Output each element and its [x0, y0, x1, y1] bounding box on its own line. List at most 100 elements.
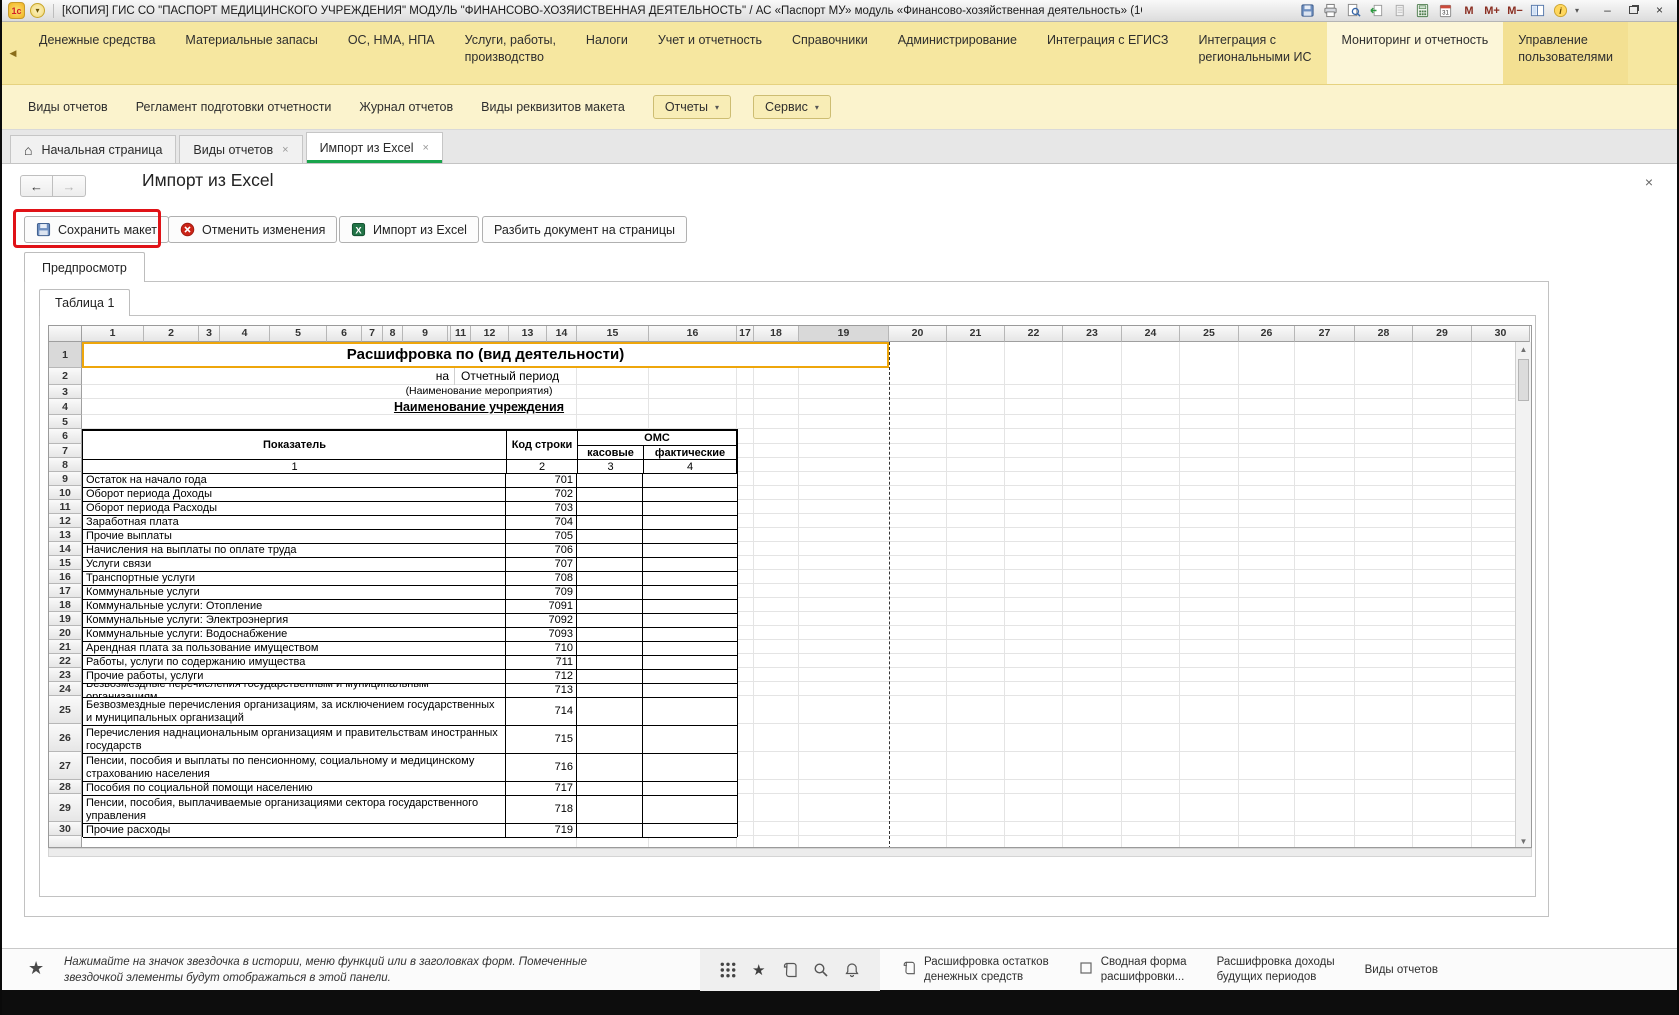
- header-actual[interactable]: фактические: [644, 446, 737, 460]
- cell-indicator[interactable]: Прочие расходы: [83, 824, 506, 837]
- table-row[interactable]: Перечисления наднациональным организация…: [83, 726, 737, 754]
- cell-row-code[interactable]: 710: [506, 642, 577, 655]
- row-header-10[interactable]: 10: [49, 486, 82, 500]
- report-na-label[interactable]: на: [387, 368, 449, 385]
- cell-actual-value[interactable]: [643, 754, 737, 781]
- cell-cash-value[interactable]: [577, 488, 643, 501]
- cell-actual-value[interactable]: [643, 796, 737, 823]
- cell-actual-value[interactable]: [643, 824, 737, 837]
- cell-actual-value[interactable]: [643, 726, 737, 753]
- cell-cash-value[interactable]: [577, 558, 643, 571]
- column-header-18[interactable]: 18: [754, 326, 799, 342]
- cell-indicator[interactable]: Пособия по социальной помощи населению: [83, 782, 506, 795]
- favorites-star-icon[interactable]: ★: [749, 960, 769, 980]
- row-header-12[interactable]: 12: [49, 514, 82, 528]
- ribbon-item-3[interactable]: ОС, НМА, НПА: [333, 22, 450, 84]
- table-row[interactable]: Транспортные услуги708: [83, 572, 737, 586]
- cell-actual-value[interactable]: [643, 614, 737, 627]
- row-header-21[interactable]: 21: [49, 640, 82, 654]
- header-cash[interactable]: касовые: [578, 446, 644, 460]
- cell-cash-value[interactable]: [577, 698, 643, 725]
- ribbon-item-2[interactable]: Материальные запасы: [170, 22, 332, 84]
- column-header-7[interactable]: 7: [362, 326, 383, 342]
- cell-indicator[interactable]: Транспортные услуги: [83, 572, 506, 585]
- cell-indicator[interactable]: Арендная плата за пользование имуществом: [83, 642, 506, 655]
- cell-actual-value[interactable]: [643, 572, 737, 585]
- table-row[interactable]: Коммунальные услуги: Водоснабжение7093: [83, 628, 737, 642]
- forward-button[interactable]: →: [53, 175, 86, 197]
- split-pages-button[interactable]: Разбить документ на страницы: [482, 216, 687, 243]
- header-col-num[interactable]: 1: [83, 460, 507, 474]
- history-icon[interactable]: [780, 960, 800, 980]
- save-icon[interactable]: [1299, 3, 1317, 19]
- table-row[interactable]: Прочие выплаты705: [83, 530, 737, 544]
- cell-cash-value[interactable]: [577, 600, 643, 613]
- history-link-4[interactable]: Виды отчетов: [1365, 963, 1438, 978]
- ribbon-item-9[interactable]: Интеграция с ЕГИСЗ: [1032, 22, 1184, 84]
- cell-row-code[interactable]: 718: [506, 796, 577, 823]
- column-header-21[interactable]: 21: [947, 326, 1005, 342]
- column-header-4[interactable]: 4: [220, 326, 270, 342]
- history-link-2[interactable]: Сводная форма расшифровки...: [1079, 955, 1187, 985]
- tab-close-icon[interactable]: ×: [423, 142, 429, 154]
- cell-actual-value[interactable]: [643, 698, 737, 725]
- cell-actual-value[interactable]: [643, 782, 737, 795]
- submenu-link-1[interactable]: Виды отчетов: [28, 100, 108, 114]
- cell-actual-value[interactable]: [643, 656, 737, 669]
- row-header-24[interactable]: 24: [49, 682, 82, 696]
- cell-cash-value[interactable]: [577, 642, 643, 655]
- header-indicator[interactable]: Показатель: [83, 431, 507, 460]
- cell-actual-value[interactable]: [643, 544, 737, 557]
- table-row[interactable]: Пособия по социальной помощи населению71…: [83, 782, 737, 796]
- cell-cash-value[interactable]: [577, 684, 643, 697]
- ribbon-item-1[interactable]: Денежные средства: [24, 22, 170, 84]
- cell-row-code[interactable]: 715: [506, 726, 577, 753]
- row-header-20[interactable]: 20: [49, 626, 82, 640]
- header-col-num[interactable]: 3: [578, 460, 644, 474]
- cell-cash-value[interactable]: [577, 628, 643, 641]
- cell-row-code[interactable]: 702: [506, 488, 577, 501]
- submenu-link-3[interactable]: Журнал отчетов: [359, 100, 453, 114]
- vertical-scrollbar[interactable]: ▲▼: [1515, 342, 1531, 848]
- ribbon-item-7[interactable]: Справочники: [777, 22, 883, 84]
- cell-actual-value[interactable]: [643, 502, 737, 515]
- cell-actual-value[interactable]: [643, 628, 737, 641]
- cell-row-code[interactable]: 711: [506, 656, 577, 669]
- row-header-5[interactable]: 5: [49, 415, 82, 429]
- row-header-4[interactable]: 4: [49, 399, 82, 415]
- cell-actual-value[interactable]: [643, 474, 737, 487]
- cell-indicator[interactable]: Безвозмездные перечисления государственн…: [83, 684, 506, 697]
- submenu-dropdown-1[interactable]: Отчеты▾: [653, 95, 731, 119]
- table-row[interactable]: Прочие работы, услуги712: [83, 670, 737, 684]
- restore-button[interactable]: [1622, 2, 1645, 19]
- row-header-17[interactable]: 17: [49, 584, 82, 598]
- tab-close-icon[interactable]: ×: [282, 144, 288, 156]
- cell-cash-value[interactable]: [577, 516, 643, 529]
- ribbon-item-10[interactable]: Интеграция с региональными ИС: [1183, 22, 1326, 84]
- column-header-17[interactable]: 17: [737, 326, 754, 342]
- cell-cash-value[interactable]: [577, 614, 643, 627]
- row-header-19[interactable]: 19: [49, 612, 82, 626]
- column-header-30[interactable]: 30: [1472, 326, 1530, 342]
- header-oms[interactable]: ОМС: [578, 431, 737, 446]
- import-excel-button[interactable]: X Импорт из Excel: [339, 216, 479, 243]
- header-col-num[interactable]: 4: [644, 460, 737, 474]
- column-header-29[interactable]: 29: [1413, 326, 1472, 342]
- row-header-3[interactable]: 3: [49, 385, 82, 399]
- column-header-1[interactable]: 1: [82, 326, 144, 342]
- header-col-num[interactable]: 2: [507, 460, 578, 474]
- submenu-dropdown-2[interactable]: Сервис▾: [753, 95, 831, 119]
- cell-actual-value[interactable]: [643, 642, 737, 655]
- row-header-28[interactable]: 28: [49, 780, 82, 794]
- column-header-25[interactable]: 25: [1180, 326, 1239, 342]
- export-icon[interactable]: [1368, 3, 1386, 19]
- save-layout-button[interactable]: Сохранить макет: [24, 216, 169, 243]
- cell-cash-value[interactable]: [577, 572, 643, 585]
- column-header-8[interactable]: 8: [383, 326, 403, 342]
- submenu-link-4[interactable]: Виды реквизитов макета: [481, 100, 625, 114]
- info-icon[interactable]: i: [1552, 3, 1570, 19]
- column-header-14[interactable]: 14: [547, 326, 577, 342]
- column-header-28[interactable]: 28: [1355, 326, 1413, 342]
- cell-cash-value[interactable]: [577, 530, 643, 543]
- cell-row-code[interactable]: 7092: [506, 614, 577, 627]
